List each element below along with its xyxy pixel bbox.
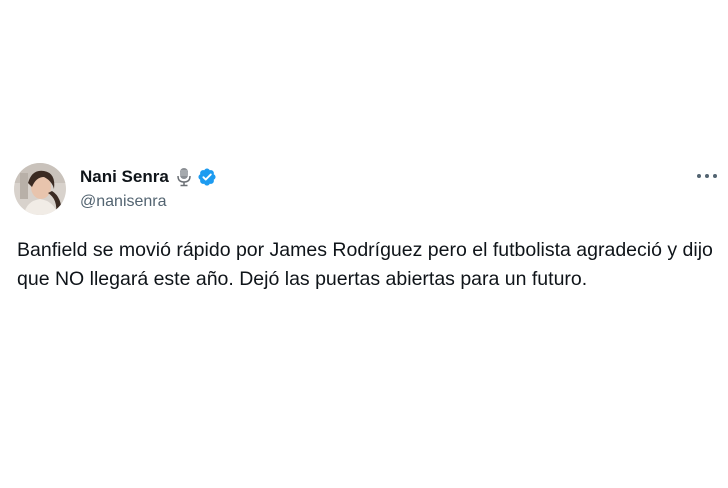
more-options-button[interactable] xyxy=(692,164,722,188)
avatar[interactable] xyxy=(14,163,66,215)
verified-badge-icon[interactable] xyxy=(197,167,217,187)
microphone-icon xyxy=(175,167,193,187)
author-display-name[interactable]: Nani Senra xyxy=(80,166,169,188)
author-name-row: Nani Senra xyxy=(80,166,217,188)
tweet-text: Banfield se movió rápido por James Rodrí… xyxy=(17,239,713,290)
tweet-card: Nani Senra @nanisenra Banfield se movió … xyxy=(0,0,728,488)
author-handle[interactable]: @nanisenra xyxy=(80,192,167,212)
more-options-icon xyxy=(697,174,717,178)
avatar-image xyxy=(14,163,66,215)
